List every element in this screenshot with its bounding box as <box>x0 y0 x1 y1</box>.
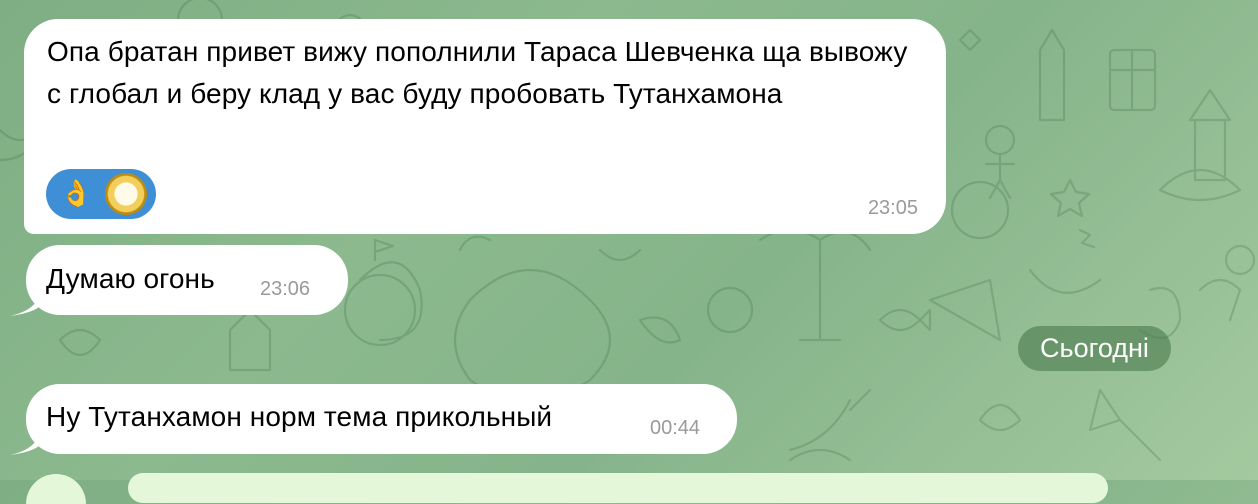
gold-ring-avatar-icon <box>105 173 147 215</box>
ok-hand-icon: 👌 <box>60 179 93 209</box>
partial-outgoing-message-bubble[interactable] <box>128 473 1108 503</box>
message-timestamp: 23:06 <box>260 278 311 300</box>
incoming-message-bubble[interactable]: Ну Тутанхамон норм тема прикольный 00:44 <box>26 384 737 454</box>
reaction-button[interactable]: 👌 <box>46 169 156 219</box>
incoming-message-bubble[interactable]: Опа братан привет вижу пополнили Тараса … <box>24 19 946 234</box>
message-timestamp: 00:44 <box>650 417 701 439</box>
message-timestamp: 23:05 <box>867 197 918 219</box>
date-separator-badge: Сьогодні <box>1018 326 1171 371</box>
message-text: Опа братан привет вижу пополнили Тараса … <box>47 36 908 109</box>
incoming-message-bubble[interactable]: Думаю огонь 23:06 <box>26 245 348 315</box>
message-text: Ну Тутанхамон норм тема прикольный <box>46 401 553 432</box>
message-text: Думаю огонь <box>46 263 215 294</box>
